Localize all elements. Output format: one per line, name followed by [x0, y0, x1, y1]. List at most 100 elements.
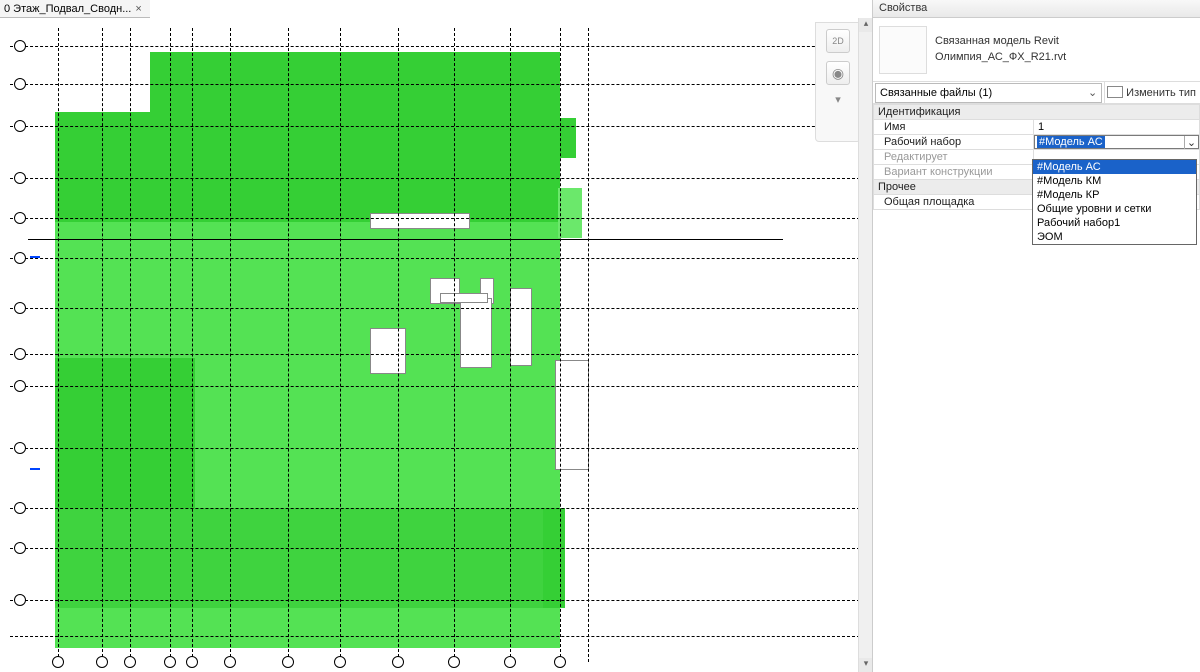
- type-thumbnail: [879, 26, 927, 74]
- grid-line: [10, 178, 860, 179]
- property-value[interactable]: #Модель АС ⌄: [1034, 135, 1200, 150]
- grid-bubble: [392, 656, 404, 668]
- grid-bubble: [282, 656, 294, 668]
- grid-bubble: [504, 656, 516, 668]
- dropdown-option[interactable]: ЭОМ: [1033, 230, 1196, 244]
- type-name: Олимпия_АС_ФХ_R21.rvt: [935, 50, 1066, 65]
- property-value-text: #Модель АС: [1037, 136, 1105, 148]
- grid-line: [130, 28, 131, 662]
- grid-bubble: [14, 212, 26, 224]
- property-row: Имя1: [874, 120, 1200, 135]
- viewcube-2d-icon[interactable]: 2D: [826, 29, 850, 53]
- grid-line: [10, 636, 860, 637]
- grid-line: [10, 126, 860, 127]
- plan-opening: [440, 293, 488, 303]
- grid-bubble: [96, 656, 108, 668]
- grid-line: [560, 28, 561, 662]
- grid-line: [588, 28, 589, 662]
- plan-bump: [558, 188, 582, 238]
- chevron-down-icon: ⌄: [1088, 86, 1097, 99]
- edit-type-label: Изменить тип: [1126, 87, 1196, 99]
- grid-bubble: [448, 656, 460, 668]
- grid-line: [10, 218, 860, 219]
- grid-line: [340, 28, 341, 662]
- grid-line: [10, 354, 860, 355]
- grid-bubble: [14, 120, 26, 132]
- grid-bubble: [14, 442, 26, 454]
- dropdown-option[interactable]: Рабочий набор1: [1033, 216, 1196, 230]
- grid-line: [10, 508, 860, 509]
- property-label: Вариант конструкции: [874, 165, 1034, 180]
- grid-line: [10, 308, 860, 309]
- view-tab[interactable]: 0 Этаж_Подвал_Сводн... ×: [0, 0, 150, 18]
- grid-bubble: [186, 656, 198, 668]
- property-row: Рабочий набор#Модель АС ⌄: [874, 135, 1200, 150]
- property-group-header[interactable]: Идентификация: [874, 105, 1200, 120]
- edit-type-icon: [1109, 88, 1123, 98]
- grid-line: [58, 28, 59, 662]
- grid-line: [10, 386, 860, 387]
- scroll-down-icon[interactable]: ▾: [859, 658, 873, 672]
- chevron-down-icon[interactable]: ▾: [835, 93, 841, 106]
- grid-bubble: [14, 172, 26, 184]
- workset-dropdown[interactable]: #Модель АС#Модель КМ#Модель КРОбщие уров…: [1032, 159, 1197, 245]
- grid-line: [288, 28, 289, 662]
- instance-filter-select[interactable]: Связанные файлы (1) ⌄: [875, 83, 1102, 103]
- plan-bump: [543, 508, 565, 608]
- drawing-canvas[interactable]: [0, 18, 860, 672]
- grid-bubble: [14, 542, 26, 554]
- property-label: Рабочий набор: [874, 135, 1034, 150]
- dropdown-option[interactable]: #Модель АС: [1033, 160, 1196, 174]
- grid-line: [10, 600, 860, 601]
- plan-opening: [370, 328, 406, 374]
- grid-bubble: [14, 302, 26, 314]
- elevation-marker: [30, 468, 40, 470]
- view-tab-title: 0 Этаж_Подвал_Сводн...: [4, 3, 131, 15]
- view-tools: 2D ◉ ▾: [815, 22, 861, 142]
- property-value[interactable]: 1: [1034, 120, 1200, 135]
- property-label: Общая площадка: [874, 195, 1034, 210]
- grid-line: [454, 28, 455, 662]
- grid-bubble: [14, 348, 26, 360]
- scroll-up-icon[interactable]: ▴: [859, 18, 873, 32]
- grid-bubble: [334, 656, 346, 668]
- properties-panel: Свойства Связанная модель Revit Олимпия_…: [872, 0, 1200, 672]
- close-icon[interactable]: ×: [135, 3, 141, 15]
- section-line: [28, 239, 783, 240]
- properties-type-header: Связанная модель Revit Олимпия_АС_ФХ_R21…: [873, 18, 1200, 82]
- grid-line: [10, 448, 860, 449]
- plan-fill-dark: [150, 52, 560, 112]
- grid-bubble: [124, 656, 136, 668]
- grid-bubble: [14, 594, 26, 606]
- grid-bubble: [164, 656, 176, 668]
- dropdown-option[interactable]: #Модель КМ: [1033, 174, 1196, 188]
- grid-line: [102, 28, 103, 662]
- grid-bubble: [14, 40, 26, 52]
- grid-line: [230, 28, 231, 662]
- grid-bubble: [224, 656, 236, 668]
- property-label: Имя: [874, 120, 1034, 135]
- plan-opening: [370, 213, 470, 229]
- edit-type-button[interactable]: Изменить тип: [1104, 82, 1200, 103]
- nav-wheel-icon[interactable]: ◉: [826, 61, 850, 85]
- grid-bubble: [14, 78, 26, 90]
- grid-line: [10, 258, 860, 259]
- dropdown-option[interactable]: Общие уровни и сетки: [1033, 202, 1196, 216]
- properties-title: Свойства: [873, 0, 1200, 18]
- instance-filter-label: Связанные файлы (1): [880, 87, 992, 99]
- grid-bubble: [14, 380, 26, 392]
- type-family: Связанная модель Revit: [935, 34, 1066, 49]
- grid-line: [398, 28, 399, 662]
- chevron-down-icon[interactable]: ⌄: [1184, 136, 1198, 149]
- grid-bubble: [14, 502, 26, 514]
- dropdown-option[interactable]: #Модель КР: [1033, 188, 1196, 202]
- grid-bubble: [14, 252, 26, 264]
- grid-line: [10, 46, 860, 47]
- scrollbar-vertical[interactable]: ▴ ▾: [858, 18, 872, 672]
- grid-line: [10, 84, 860, 85]
- grid-line: [510, 28, 511, 662]
- property-label: Редактирует: [874, 150, 1034, 165]
- grid-bubble: [554, 656, 566, 668]
- plan-fill-dark: [55, 358, 195, 508]
- grid-line: [170, 28, 171, 662]
